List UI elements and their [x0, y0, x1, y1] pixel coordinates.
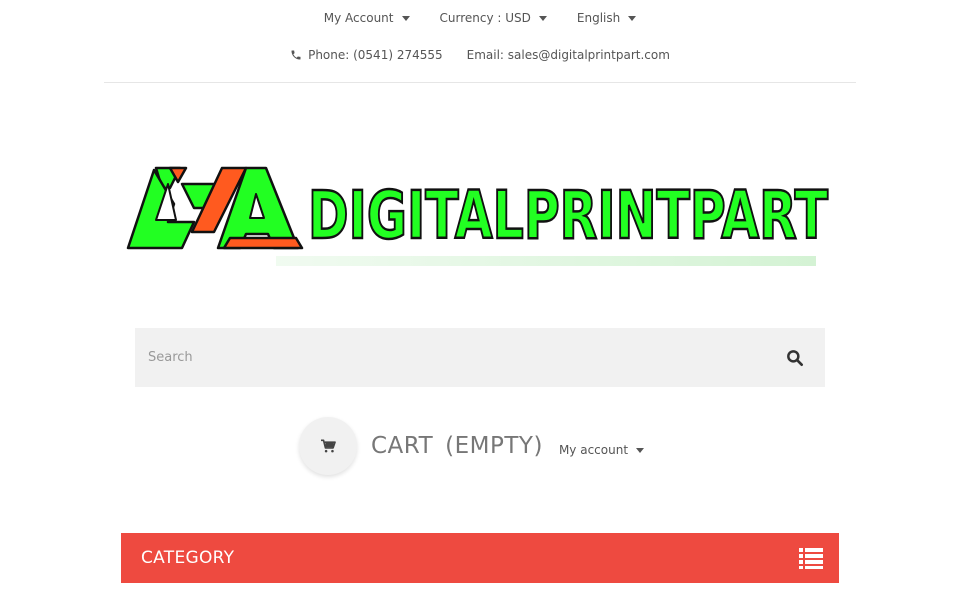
search-icon[interactable]	[785, 348, 805, 368]
header-divider	[104, 82, 856, 83]
cart-button[interactable]	[299, 417, 357, 475]
language-dropdown[interactable]: English	[576, 11, 637, 25]
currency-dropdown[interactable]: Currency : USD	[440, 11, 547, 25]
phone-icon	[291, 50, 301, 60]
logo-emblem	[126, 166, 304, 250]
list-menu-icon[interactable]	[799, 547, 823, 569]
category-title: CATEGORY	[141, 548, 235, 568]
site-logo[interactable]: DIGITALPRINTPART	[126, 160, 832, 280]
caret-down-icon	[636, 447, 645, 453]
caret-down-icon	[628, 15, 637, 21]
logo-wordmark: DIGITALPRINTPART	[308, 177, 828, 254]
email-info[interactable]: Email: sales@digitalprintpart.com	[467, 48, 670, 62]
my-account-dropdown[interactable]: My Account	[324, 11, 410, 25]
caret-down-icon	[401, 15, 410, 21]
cart-summary[interactable]: CART (EMPTY)	[371, 433, 543, 459]
cart-icon	[321, 439, 336, 453]
my-account-menu[interactable]: My account	[558, 443, 645, 457]
cart-status: (EMPTY)	[445, 433, 543, 459]
category-bar[interactable]: CATEGORY	[121, 533, 839, 583]
phone-text: Phone: (0541) 274555	[308, 48, 443, 62]
caret-down-icon	[538, 15, 547, 21]
my-account-menu-label: My account	[558, 443, 629, 457]
contact-bar: Phone: (0541) 274555 Email: sales@digita…	[0, 42, 960, 68]
search-input[interactable]	[135, 328, 755, 387]
cart-area: CART (EMPTY) My account	[299, 417, 645, 475]
cart-label: CART	[371, 433, 434, 459]
search-bar	[135, 328, 825, 387]
top-bar: My Account Currency : USD English	[0, 0, 960, 36]
currency-label: Currency : USD	[439, 11, 531, 25]
email-text[interactable]: Email: sales@digitalprintpart.com	[467, 48, 670, 62]
phone-info: Phone: (0541) 274555	[290, 48, 443, 62]
language-label: English	[576, 11, 621, 25]
my-account-label: My Account	[323, 11, 394, 25]
